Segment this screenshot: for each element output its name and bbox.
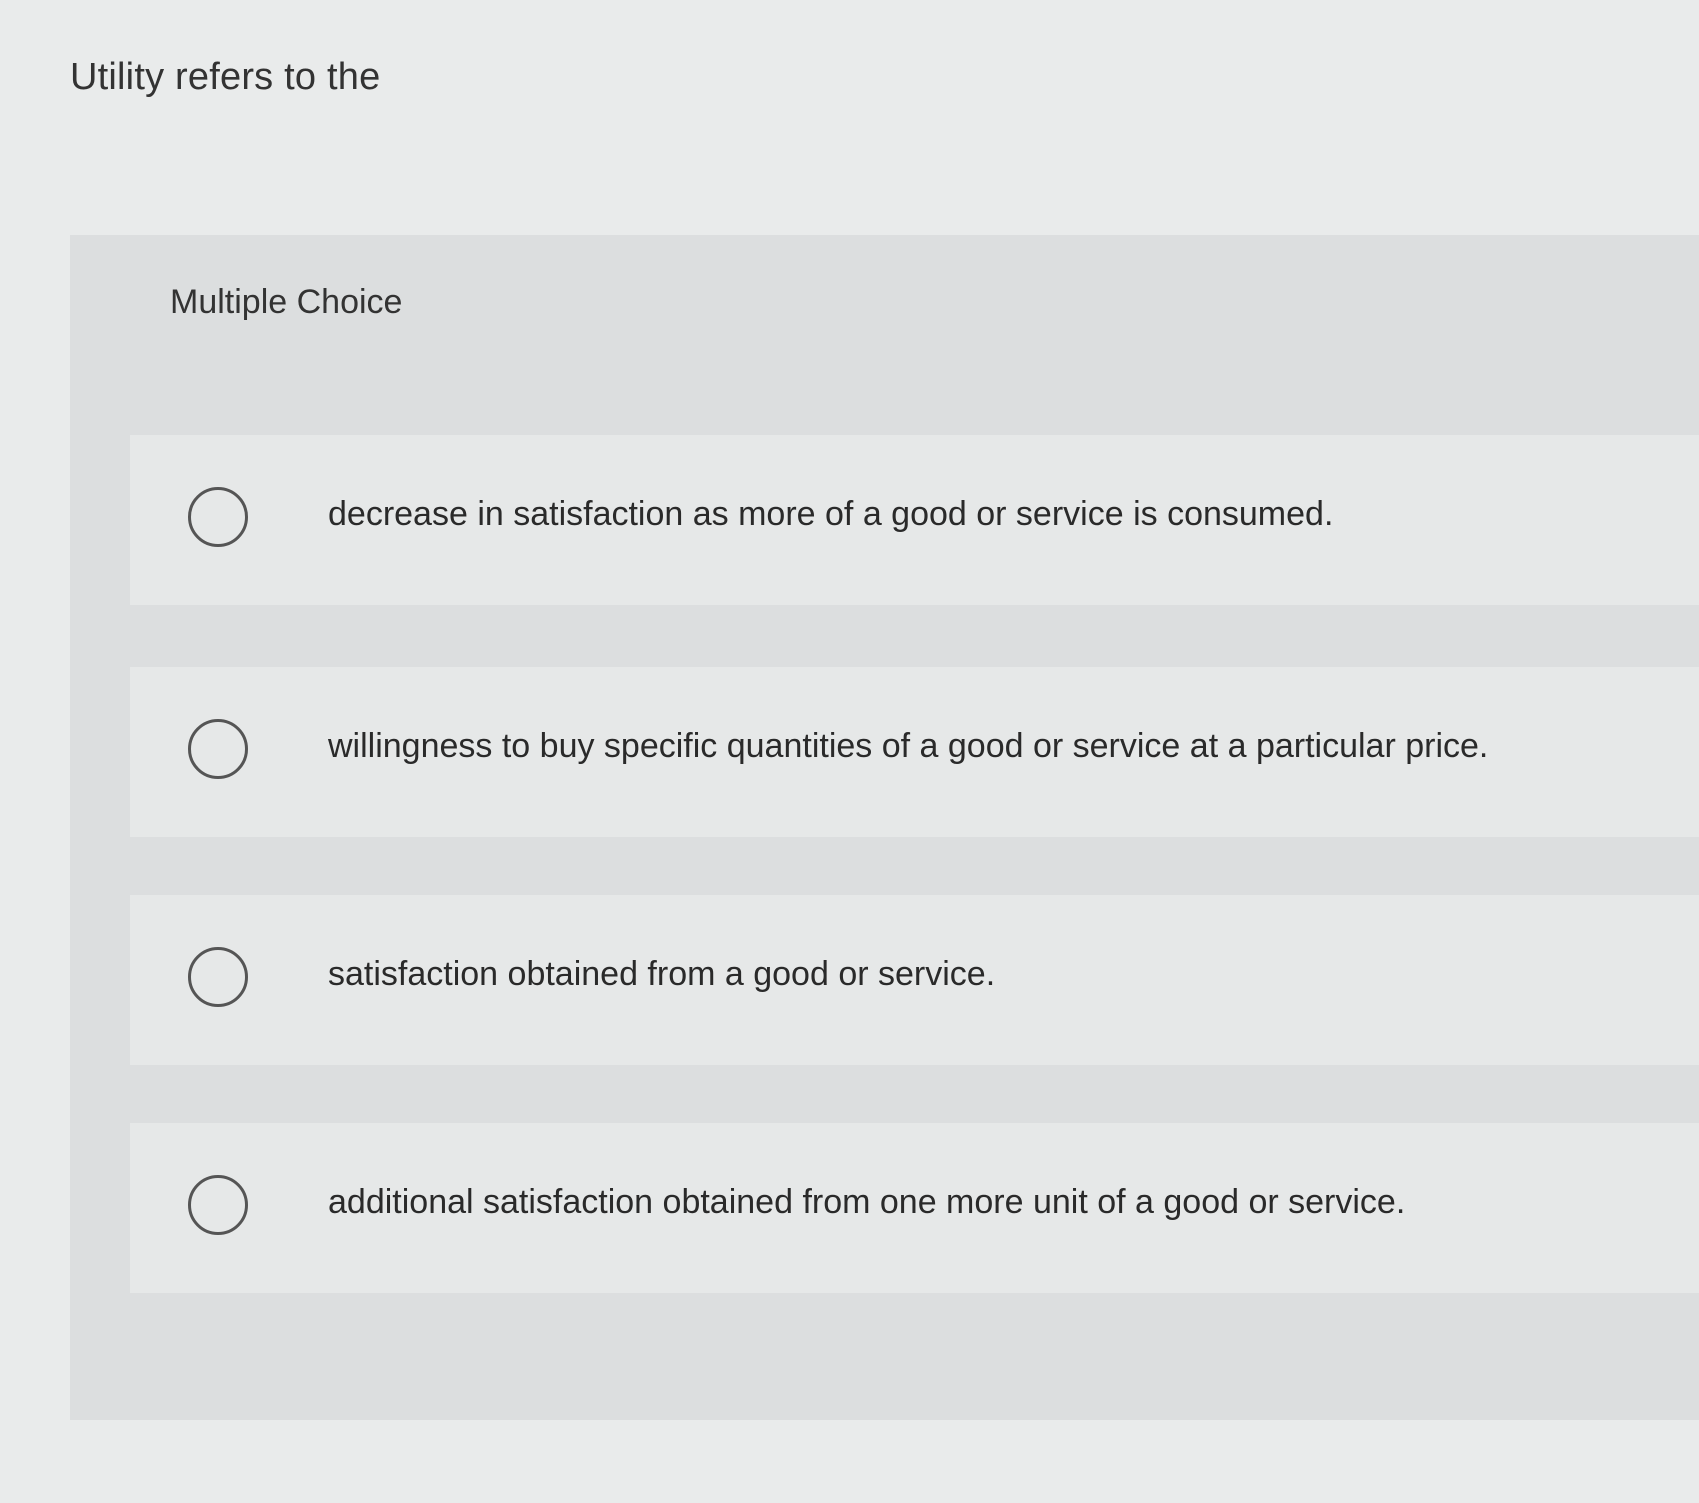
radio-button-icon[interactable] bbox=[188, 947, 248, 1007]
answer-option-label: decrease in satisfaction as more of a go… bbox=[328, 495, 1334, 533]
answer-option-label: additional satisfaction obtained from on… bbox=[328, 1183, 1406, 1221]
answer-option-4[interactable]: additional satisfaction obtained from on… bbox=[130, 1123, 1699, 1293]
multiple-choice-panel: Multiple Choice decrease in satisfaction… bbox=[70, 235, 1699, 1420]
answer-option-label: satisfaction obtained from a good or ser… bbox=[328, 955, 996, 993]
answer-option-3[interactable]: satisfaction obtained from a good or ser… bbox=[130, 895, 1699, 1065]
radio-button-icon[interactable] bbox=[188, 487, 248, 547]
answer-option-2[interactable]: willingness to buy specific quantities o… bbox=[130, 667, 1699, 837]
radio-button-icon[interactable] bbox=[188, 719, 248, 779]
multiple-choice-heading: Multiple Choice bbox=[170, 283, 403, 321]
question-text: Utility refers to the bbox=[70, 56, 381, 98]
answer-option-label: willingness to buy specific quantities o… bbox=[328, 727, 1489, 765]
answer-option-1[interactable]: decrease in satisfaction as more of a go… bbox=[130, 435, 1699, 605]
radio-button-icon[interactable] bbox=[188, 1175, 248, 1235]
